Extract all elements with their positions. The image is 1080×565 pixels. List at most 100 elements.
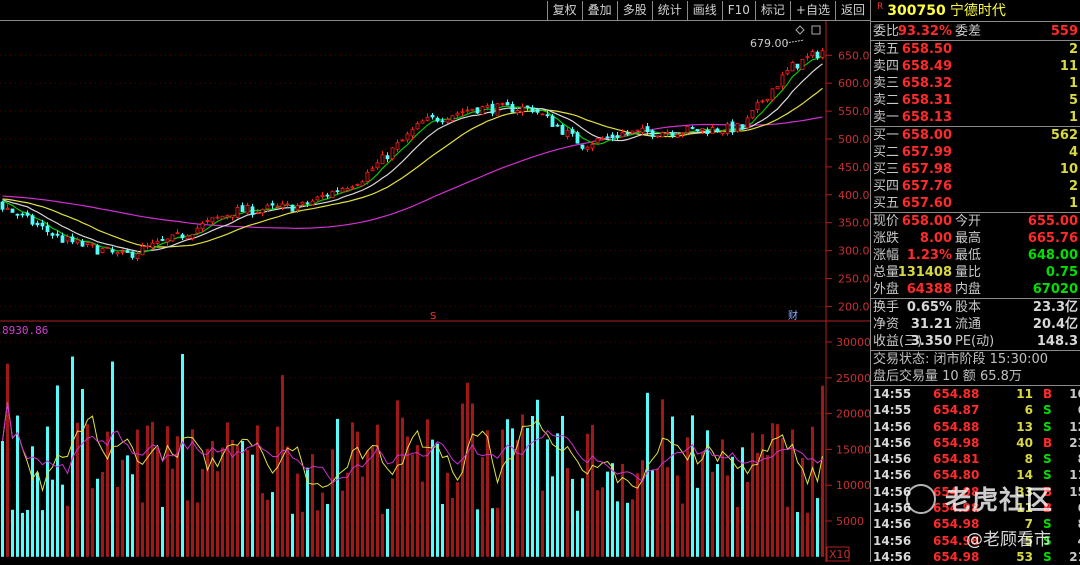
stat-label: 涨跌 (873, 231, 900, 246)
fundamental-value: 20.4亿 (1032, 317, 1078, 332)
tick-time: 14:56 (873, 452, 912, 467)
candle-body (65, 236, 70, 242)
panel-toggle-icon[interactable] (811, 25, 821, 35)
volume-bar (451, 498, 454, 557)
candle-body (425, 116, 430, 121)
mark-button[interactable]: 标记 (754, 1, 790, 20)
back-button[interactable]: 返回 (834, 1, 870, 20)
volume-bar (516, 440, 519, 557)
volume-bar (681, 503, 684, 557)
ask-volume: 11 (1059, 59, 1078, 74)
candle-body (805, 56, 810, 59)
event-marker-s[interactable]: S (430, 311, 436, 322)
candle-body (30, 215, 35, 225)
candle-body (50, 233, 55, 236)
tick-side: S (1043, 452, 1052, 467)
volume-axis-label: 10000 (836, 479, 870, 492)
bid-row[interactable]: 买二 657.99 4 (871, 144, 1080, 161)
fundamental-label: PE(动) (955, 334, 995, 349)
candle-body (435, 117, 440, 122)
candle-body (200, 223, 205, 230)
candle-body (185, 235, 190, 240)
bid-row[interactable]: 买五 657.60 1 (871, 195, 1080, 212)
candle-body (95, 245, 100, 255)
candle-body (500, 103, 505, 105)
bid-label: 买三 (873, 162, 900, 177)
volume-bar (336, 418, 339, 557)
bid-row[interactable]: 买三 657.98 10 (871, 161, 1080, 178)
stat-row: 涨幅 1.23% 最低 648.00 (871, 247, 1080, 264)
volume-bar (701, 452, 704, 557)
candle-body (565, 129, 570, 137)
candle-body (815, 51, 820, 59)
volume-bar (436, 443, 439, 557)
tick-side: S (1043, 549, 1052, 564)
candle-body (480, 106, 485, 115)
stat-label: 涨幅 (873, 248, 900, 263)
bid-row[interactable]: 买一 658.00 562 (871, 127, 1080, 144)
diamond-icon[interactable] (795, 25, 805, 35)
ask-row[interactable]: 卖四 658.49 11 (871, 58, 1080, 75)
multi-stock-button[interactable]: 多股 (616, 1, 652, 20)
volume-bar (776, 424, 779, 557)
ask-row[interactable]: 卖一 658.13 1 (871, 109, 1080, 126)
ask-row[interactable]: 卖三 658.32 1 (871, 75, 1080, 92)
event-marker-finance[interactable]: 财 (788, 309, 798, 322)
volume-bar (616, 501, 619, 557)
candle-body (410, 129, 415, 137)
candle-body (295, 205, 300, 211)
candle-body (785, 69, 790, 75)
overlay-button[interactable]: 叠加 (581, 1, 617, 20)
bid-book: 买一 658.00 562 买二 657.99 4 买三 657.98 10 买四 657.76 2 买… (871, 127, 1080, 213)
candle-body (750, 109, 755, 119)
candle-body (445, 119, 450, 123)
f10-button[interactable]: F10 (721, 1, 755, 20)
volume-bar (491, 508, 494, 557)
draw-line-button[interactable]: 画线 (686, 1, 722, 20)
ask-row[interactable]: 卖二 658.31 5 (871, 92, 1080, 109)
tick-row[interactable]: 14:56 654.98 40 B 23 (871, 435, 1080, 451)
tick-row[interactable]: 14:55654.876S6 (871, 402, 1080, 418)
volume-bar (261, 493, 264, 557)
volume-bar (751, 432, 754, 557)
volume-bar (226, 422, 229, 557)
volume-bar (281, 375, 284, 557)
candle-body (210, 217, 215, 223)
tick-count: 11 (1069, 468, 1080, 483)
candle-body (40, 222, 45, 227)
tick-row[interactable]: 14:56 654.98 53 S 21 (871, 549, 1080, 565)
candle-body (535, 109, 540, 113)
restore-rights-button[interactable]: 复权 (546, 1, 582, 20)
candle-body (580, 144, 585, 149)
candle-body (770, 88, 775, 101)
candle-body (165, 238, 170, 243)
ask-row[interactable]: 卖五 658.50 2 (871, 41, 1080, 58)
fundamental-row: 换手 0.65% 股本 23.3亿 (871, 299, 1080, 316)
candle-body (250, 206, 255, 216)
statistics-button[interactable]: 统计 (651, 1, 687, 20)
bid-row[interactable]: 买四 657.76 2 (871, 178, 1080, 195)
volume-bar (386, 508, 389, 557)
volume-bar (346, 472, 349, 557)
after-hours-line: 盘后交易量 10 额 65.8万 (873, 369, 1022, 384)
candle-body (290, 204, 295, 212)
volume-bar (571, 478, 574, 557)
candle-body (730, 121, 735, 133)
fundamental-value: 23.3亿 (1032, 300, 1078, 315)
tick-row[interactable]: 14:56 654.88 13 S 12 (871, 419, 1080, 435)
kline-chart[interactable]: 650.0 600.0 550.0 500.0 450.0 400.0 350.0 300.0… (0, 0, 870, 562)
price-axis-label: 550.0 (838, 105, 870, 118)
volume-axis-label: 30000 (836, 336, 870, 349)
add-watchlist-button[interactable]: +自选 (789, 1, 835, 20)
bid-price: 657.99 (901, 145, 952, 160)
candle-body (540, 113, 545, 116)
tick-row[interactable]: 14:55 654.88 11 B 10 (871, 386, 1080, 402)
volume-bar (746, 481, 749, 557)
candle-body (265, 204, 270, 210)
tick-row[interactable]: 14:56654.818S8 (871, 451, 1080, 467)
candle-body (310, 200, 315, 205)
stat-label: 内盘 (955, 282, 982, 297)
tick-count: 10 (1069, 387, 1080, 401)
volume-bar (596, 490, 599, 557)
candle-body (660, 132, 665, 138)
